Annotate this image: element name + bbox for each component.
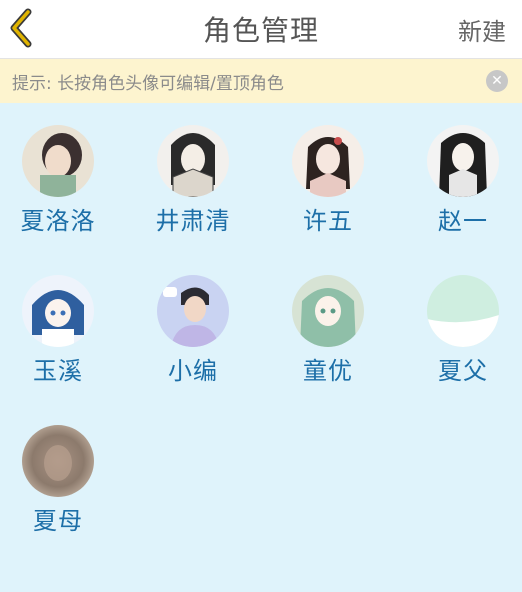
avatar[interactable]: [157, 275, 229, 347]
tip-text: 提示: 长按角色头像可编辑/置顶角色: [12, 73, 284, 94]
avatar[interactable]: [22, 125, 94, 197]
header-bar: 角色管理 新建: [0, 0, 522, 59]
character-name: 夏父: [438, 357, 488, 385]
character-item[interactable]: 夏母: [0, 403, 123, 543]
character-name: 夏洛洛: [20, 207, 96, 235]
avatar[interactable]: [427, 125, 499, 197]
character-name: 玉溪: [33, 357, 83, 385]
character-name: 赵一: [438, 207, 488, 235]
close-circle-icon[interactable]: ✕: [486, 70, 508, 92]
character-item[interactable]: 小编: [128, 253, 258, 393]
avatar[interactable]: [292, 275, 364, 347]
avatar[interactable]: [22, 425, 94, 497]
character-name: 童优: [303, 357, 353, 385]
tip-banner: 提示: 长按角色头像可编辑/置顶角色 ✕: [0, 59, 522, 103]
character-item[interactable]: 井肃清: [128, 103, 258, 243]
character-item[interactable]: 夏父: [398, 253, 522, 393]
new-character-button[interactable]: 新建: [458, 0, 506, 58]
character-item[interactable]: 童优: [263, 253, 393, 393]
character-name: 许五: [303, 207, 353, 235]
avatar[interactable]: [22, 275, 94, 347]
character-name: 夏母: [33, 507, 83, 535]
page-title: 角色管理: [202, 14, 319, 47]
character-item[interactable]: 赵一: [398, 103, 522, 243]
character-name: 井肃清: [155, 207, 231, 235]
avatar[interactable]: [292, 125, 364, 197]
avatar[interactable]: [427, 275, 499, 347]
avatar[interactable]: [157, 125, 229, 197]
character-grid: 夏洛洛 井肃清 许五 赵一 玉溪 小编 童优 夏父 夏母: [0, 103, 522, 592]
character-item[interactable]: 夏洛洛: [0, 103, 123, 243]
character-name: 小编: [168, 357, 218, 385]
character-item[interactable]: 许五: [263, 103, 393, 243]
character-item[interactable]: 玉溪: [0, 253, 123, 393]
